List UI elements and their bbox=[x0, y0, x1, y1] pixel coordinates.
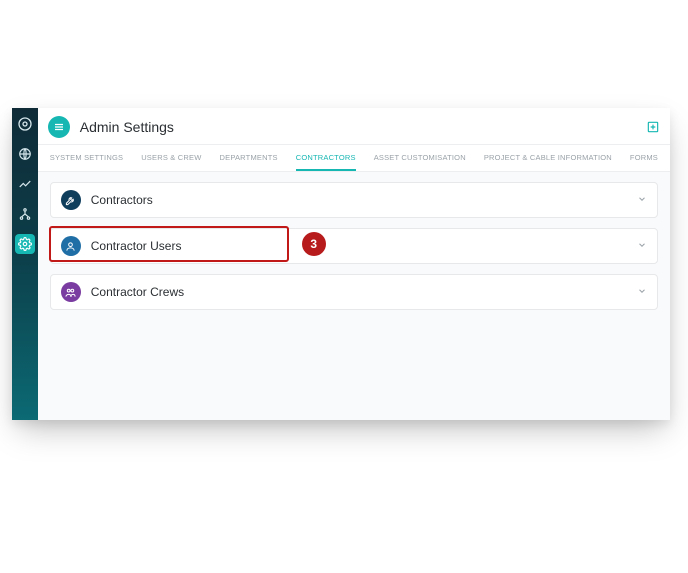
sidebar bbox=[12, 108, 38, 420]
chevron-down-icon bbox=[637, 191, 647, 209]
menu-toggle-button[interactable] bbox=[48, 116, 70, 138]
tab-departments[interactable]: DEPARTMENTS bbox=[220, 145, 278, 171]
main-area: Admin Settings SYSTEM SETTINGS USERS & C… bbox=[38, 108, 670, 420]
tab-forms[interactable]: FORMS bbox=[630, 145, 658, 171]
page-header: Admin Settings bbox=[38, 108, 670, 145]
panel-contractor-crews[interactable]: Contractor Crews bbox=[50, 274, 658, 310]
globe-icon[interactable] bbox=[15, 144, 35, 164]
annotation-step-badge: 3 bbox=[302, 232, 326, 256]
analytics-icon[interactable] bbox=[15, 174, 35, 194]
app-window: Admin Settings SYSTEM SETTINGS USERS & C… bbox=[12, 108, 670, 420]
user-icon bbox=[61, 236, 81, 256]
expand-icon[interactable] bbox=[646, 120, 660, 134]
tab-bar: SYSTEM SETTINGS USERS & CREW DEPARTMENTS… bbox=[38, 145, 670, 172]
panel-label: Contractor Crews bbox=[91, 285, 637, 299]
content-area: Contractors Contractor Users bbox=[38, 172, 670, 420]
settings-icon[interactable] bbox=[15, 234, 35, 254]
tab-asset-customisation[interactable]: ASSET CUSTOMISATION bbox=[374, 145, 466, 171]
panel-label: Contractor Users bbox=[91, 239, 637, 253]
hierarchy-icon[interactable] bbox=[15, 204, 35, 224]
tab-project-cable[interactable]: PROJECT & CABLE INFORMATION bbox=[484, 145, 612, 171]
panel-contractors[interactable]: Contractors bbox=[50, 182, 658, 218]
chevron-down-icon bbox=[637, 283, 647, 301]
annotation-step-number: 3 bbox=[310, 237, 317, 251]
tab-contractors[interactable]: CONTRACTORS bbox=[296, 145, 356, 171]
wrench-icon bbox=[61, 190, 81, 210]
panel-contractor-users[interactable]: Contractor Users bbox=[50, 228, 658, 264]
tab-system-settings[interactable]: SYSTEM SETTINGS bbox=[50, 145, 123, 171]
crew-icon bbox=[61, 282, 81, 302]
logo-icon[interactable] bbox=[15, 114, 35, 134]
chevron-down-icon bbox=[637, 237, 647, 255]
panel-label: Contractors bbox=[91, 193, 637, 207]
page-title: Admin Settings bbox=[80, 119, 646, 135]
tab-users-crew[interactable]: USERS & CREW bbox=[141, 145, 201, 171]
